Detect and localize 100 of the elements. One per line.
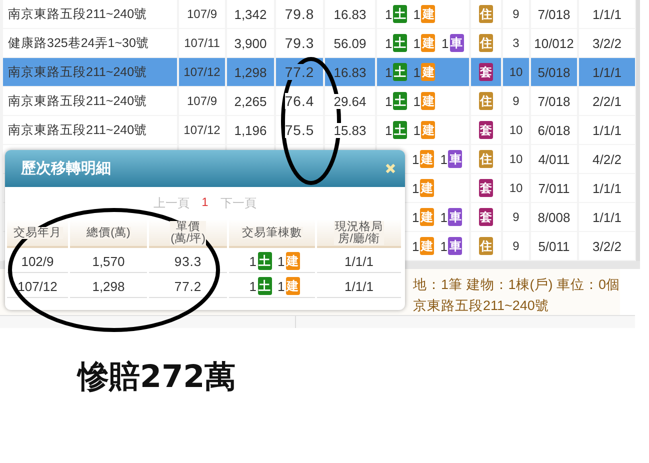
- table-cell: 7/018: [538, 94, 570, 108]
- table-cell: 107/12: [184, 123, 220, 137]
- tag-badge: 車: [448, 150, 462, 168]
- count-text: 1: [384, 6, 394, 22]
- table-cell: 1,342: [234, 6, 267, 22]
- table-cell: 3/2/2: [592, 36, 622, 50]
- count-text: 1: [412, 94, 422, 108]
- table-cell: 102/9: [7, 250, 68, 273]
- tag-badge: 土: [258, 252, 272, 270]
- table-cell: 16.83: [334, 6, 366, 22]
- table-cell: 93.3: [149, 250, 227, 273]
- count-text: 1: [248, 254, 258, 268]
- table-cell: 4/2/2: [592, 152, 622, 166]
- tag-badge: 建: [421, 63, 436, 81]
- table-cell: 3: [512, 36, 520, 50]
- table-cell: 15.83: [334, 122, 366, 138]
- table-cell: 1,570: [70, 250, 147, 273]
- count-text: 1: [384, 64, 394, 80]
- table-cell: 107/12: [7, 275, 68, 298]
- table-cell: 107/9: [186, 94, 218, 108]
- tag-badge: 車: [448, 208, 462, 226]
- table-cell: 10/012: [534, 36, 574, 50]
- count-text: 1: [276, 278, 286, 294]
- count-text: 1: [412, 122, 422, 138]
- tag-badge: 土: [393, 34, 408, 52]
- table-cell: 8/008: [538, 210, 570, 224]
- tag-badge: 土: [393, 63, 408, 81]
- tag-badge: 建: [421, 92, 436, 110]
- column-header: 總價(萬): [86, 226, 132, 238]
- count-text: 1: [411, 152, 420, 166]
- count-text: 1: [412, 6, 422, 22]
- table-cell: 56.09: [334, 36, 366, 50]
- table-cell: 1,298: [234, 64, 267, 80]
- count-text: 1: [439, 210, 448, 224]
- table-cell: 南京東路五段211~240號: [8, 92, 148, 110]
- table-cell: 6/018: [538, 122, 570, 138]
- table-cell: 107/9: [186, 7, 218, 21]
- type-badge: 住: [479, 237, 493, 255]
- count-text: 1: [384, 122, 394, 138]
- table-cell: 1,298: [70, 275, 147, 298]
- count-text: 1: [439, 238, 448, 254]
- table-cell: 南京東路五段211~240號: [8, 6, 148, 22]
- type-badge: 住: [479, 92, 493, 110]
- table-cell: 10: [509, 152, 523, 166]
- tag-badge: 建: [421, 34, 436, 52]
- table-cell: 16.83: [334, 64, 366, 80]
- column-header: 交易筆棟數: [241, 226, 303, 238]
- table-cell: 5/018: [538, 64, 570, 80]
- count-text: 1: [384, 36, 394, 50]
- tag-badge: 建: [420, 150, 434, 168]
- table-cell: 77.2: [149, 275, 227, 298]
- table-cell: 1/1/1: [592, 6, 622, 22]
- type-badge: 住: [479, 34, 493, 52]
- table-cell: 健康路325巷24弄1~30號: [8, 34, 149, 52]
- table-cell: 9: [512, 94, 520, 108]
- type-badge: 套: [479, 208, 493, 226]
- count-text: 1: [411, 238, 420, 254]
- tag-badge: 車: [448, 237, 462, 255]
- table-cell: 76.4: [284, 93, 314, 109]
- detail-text: 京東路五段211~240號: [413, 297, 550, 315]
- table-cell: 29.64: [334, 94, 366, 108]
- type-badge: 住: [479, 5, 493, 23]
- table-cell: 10: [509, 65, 523, 79]
- dialog-title: 歷次移轉明細: [21, 159, 111, 178]
- table-cell: 107/11: [184, 36, 220, 50]
- tag-badge: 土: [393, 5, 408, 23]
- tag-badge: 土: [393, 121, 408, 139]
- tag-badge: 車: [450, 34, 464, 52]
- count-text: 1: [440, 36, 450, 50]
- type-badge: 套: [479, 179, 493, 197]
- table-cell: 9: [512, 7, 520, 21]
- table-cell: 5/011: [538, 238, 570, 254]
- table-cell: 10: [509, 123, 523, 137]
- type-badge: 套: [479, 63, 493, 81]
- table-cell: 4/011: [538, 152, 570, 166]
- count-text: 1: [412, 36, 422, 50]
- table-cell: 1/1/1: [592, 180, 622, 196]
- type-badge: 套: [479, 121, 493, 139]
- table-cell: 79.3: [284, 35, 314, 51]
- table-cell: 3,900: [234, 36, 267, 50]
- table-cell: 7/011: [538, 180, 570, 196]
- table-cell: 79.8: [284, 6, 314, 22]
- table-cell: 77.2: [284, 64, 314, 80]
- tag-badge: 建: [421, 5, 436, 23]
- table-cell: 3/2/2: [592, 238, 622, 254]
- count-text: 1: [412, 64, 422, 80]
- table-cell: 南京東路五段211~240號: [8, 64, 148, 80]
- count-text: 1: [276, 254, 286, 268]
- tag-badge: 建: [420, 237, 434, 255]
- table-cell: 1/1/1: [592, 122, 622, 138]
- tag-badge: 建: [286, 277, 300, 295]
- table-cell: 1/1/1: [592, 64, 622, 80]
- tag-badge: 建: [421, 121, 436, 139]
- table-cell: 9: [512, 239, 520, 253]
- table-cell: 107/12: [184, 65, 220, 79]
- detail-text: 地：1筆 建物：1棟(戶) 車位：0個: [413, 276, 620, 294]
- table-cell: 2,265: [234, 94, 267, 108]
- caption-text: 慘賠272萬: [78, 358, 237, 397]
- count-text: 1: [384, 94, 394, 108]
- tag-badge: 建: [420, 179, 434, 197]
